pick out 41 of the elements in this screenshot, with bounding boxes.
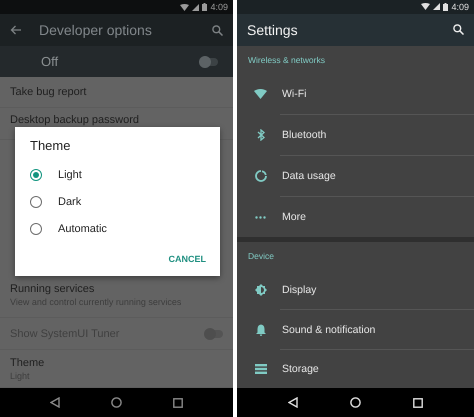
option-label[interactable]: Automatic <box>58 222 107 234</box>
status-time: 4:09 <box>451 2 469 12</box>
data-usage-icon <box>254 170 266 182</box>
master-switch[interactable] <box>200 58 218 66</box>
option-label[interactable]: Light <box>58 168 82 180</box>
section-header: Wireless & networks <box>248 54 325 65</box>
wifi-icon <box>254 89 267 100</box>
settings-item[interactable]: Sound & notification <box>282 324 376 336</box>
master-switch-label: Off <box>41 54 60 69</box>
brightness-icon <box>254 284 266 296</box>
back-arrow-icon[interactable] <box>10 25 21 35</box>
cell-signal-icon <box>433 3 440 10</box>
settings-item[interactable]: Display <box>282 284 316 296</box>
radio-button[interactable] <box>30 196 42 208</box>
home-icon[interactable] <box>110 397 122 408</box>
back-icon[interactable] <box>50 397 60 408</box>
settings-item[interactable]: More <box>282 211 306 223</box>
bell-icon <box>256 324 266 336</box>
dialog-title: Theme <box>30 138 72 153</box>
battery-icon <box>443 2 448 11</box>
radio-button[interactable] <box>30 168 42 180</box>
settings-item[interactable]: Storage <box>282 363 319 376</box>
settings-item[interactable]: Data usage <box>282 170 336 182</box>
option-label[interactable]: Dark <box>58 196 82 208</box>
bluetooth-icon <box>256 129 264 142</box>
recents-icon[interactable] <box>172 398 183 408</box>
search-icon[interactable] <box>453 24 464 36</box>
section-header: Device <box>248 251 274 262</box>
toolbar-title: Developer options <box>39 22 153 38</box>
storage-icon <box>254 364 266 374</box>
battery-icon <box>202 3 208 11</box>
cancel-button[interactable]: CANCEL <box>164 250 210 268</box>
cell-signal-icon <box>192 4 200 10</box>
wifi-signal-icon <box>421 3 430 10</box>
toolbar-title: Settings <box>247 22 299 38</box>
more-icon <box>255 216 266 218</box>
wifi-signal-icon <box>180 4 190 10</box>
settings-item[interactable]: Bluetooth <box>282 129 326 142</box>
radio-button[interactable] <box>30 222 42 234</box>
settings-item[interactable]: Wi-Fi <box>282 88 306 100</box>
status-time: 4:09 <box>210 2 228 12</box>
